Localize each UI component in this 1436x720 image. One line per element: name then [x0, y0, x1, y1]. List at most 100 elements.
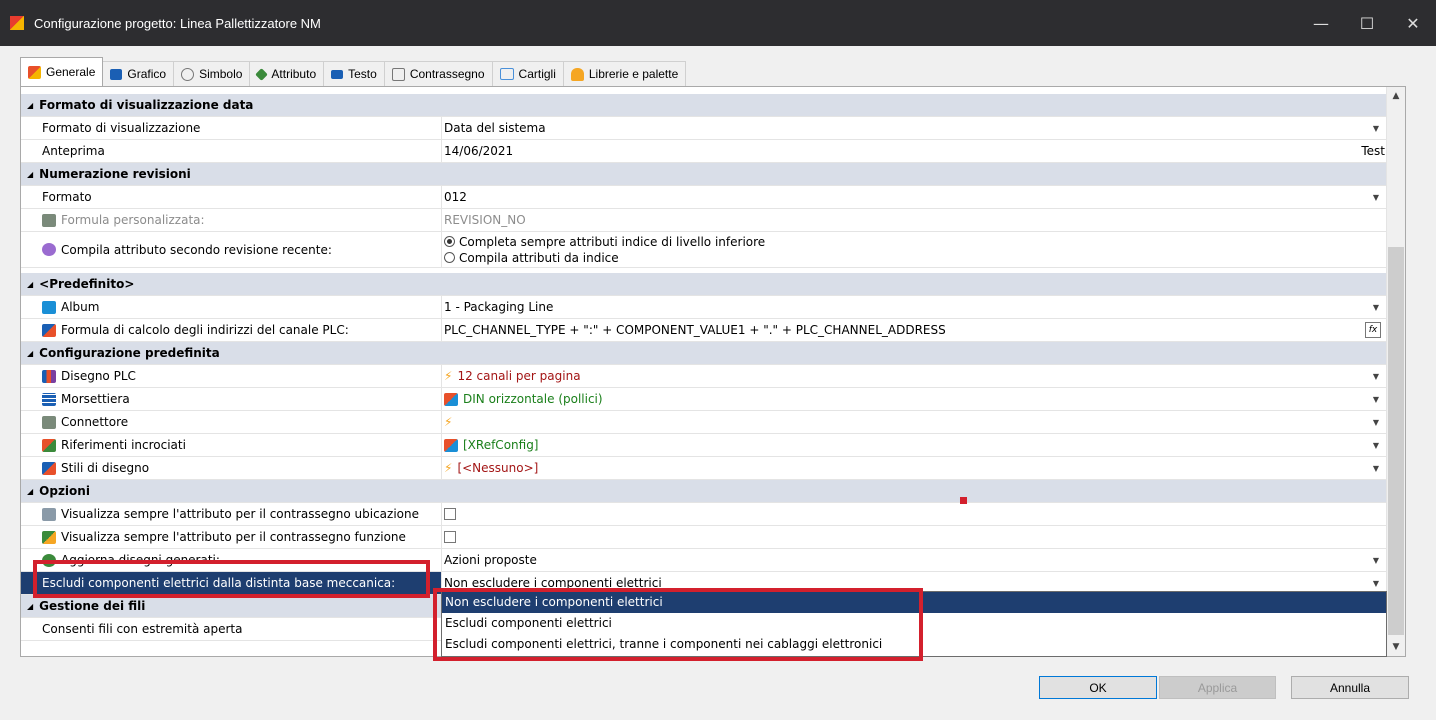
ok-button[interactable]: OK [1039, 676, 1157, 699]
property-row[interactable]: Disegno PLC ⚡ 12 canali per pagina ▼ [21, 365, 1387, 388]
category-label: Opzioni [39, 484, 90, 498]
tab-contrassegno[interactable]: Contrassegno [383, 61, 493, 86]
property-row[interactable]: Album 1 - Packaging Line ▼ [21, 296, 1387, 319]
vertical-scrollbar[interactable]: ▲ ▼ [1386, 87, 1405, 656]
checkbox[interactable] [444, 508, 456, 520]
property-row[interactable]: Formato di visualizzazione Data del sist… [21, 117, 1387, 140]
tab-grafico[interactable]: Grafico [102, 61, 175, 86]
property-row[interactable]: Visualizza sempre l'attributo per il con… [21, 503, 1387, 526]
chevron-down-icon[interactable]: ▼ [1373, 464, 1379, 473]
property-row[interactable]: Compila attributo secondo revisione rece… [21, 232, 1387, 268]
property-value[interactable]: [XRefConfig] [463, 438, 539, 452]
tab-label: Contrassegno [409, 67, 485, 81]
collapse-icon[interactable]: ◢ [27, 349, 33, 358]
property-value[interactable]: Azioni proposte [444, 553, 537, 567]
property-value[interactable]: 12 canali per pagina [457, 369, 580, 383]
category-opzioni[interactable]: ◢ Opzioni [21, 480, 1387, 503]
property-value[interactable]: [<Nessuno>] [457, 461, 538, 475]
property-row[interactable]: Morsettiera DIN orizzontale (pollici) ▼ [21, 388, 1387, 411]
chevron-down-icon[interactable]: ▼ [1373, 579, 1379, 588]
tab-label: Generale [46, 65, 96, 79]
plc-drawing-icon [42, 369, 56, 383]
scroll-down-icon[interactable]: ▼ [1387, 642, 1405, 652]
collapse-icon[interactable]: ◢ [27, 487, 33, 496]
property-value: 14/06/2021 [444, 144, 514, 158]
generale-icon [28, 65, 41, 79]
cross-reference-icon [42, 438, 56, 452]
radio-option-compila[interactable]: Compila attributi da indice [444, 250, 619, 266]
tab-testo[interactable]: Testo [323, 61, 385, 86]
property-label: Visualizza sempre l'attributo per il con… [61, 507, 419, 521]
chevron-down-icon[interactable]: ▼ [1373, 124, 1379, 133]
property-row[interactable]: Anteprima 14/06/2021 Test [21, 140, 1387, 163]
radio-button[interactable] [444, 252, 455, 263]
property-row[interactable]: Formula di calcolo degli indirizzi del c… [21, 319, 1387, 342]
chevron-down-icon[interactable]: ▼ [1373, 303, 1379, 312]
property-row[interactable]: Formula personalizzata: REVISION_NO [21, 209, 1387, 232]
config-bolt-icon: ⚡ [444, 415, 453, 429]
tab-librerie[interactable]: Librerie e palette [562, 61, 687, 86]
maximize-button[interactable]: ☐ [1344, 0, 1390, 46]
tab-cartigli[interactable]: Cartigli [491, 61, 564, 86]
drawing-styles-icon [42, 461, 56, 475]
red-marker [960, 497, 967, 504]
property-label: Formula di calcolo degli indirizzi del c… [61, 323, 349, 337]
category-numerazione[interactable]: ◢ Numerazione revisioni [21, 163, 1387, 186]
close-button[interactable]: ✕ [1390, 0, 1436, 46]
tab-label: Cartigli [518, 67, 556, 81]
property-value[interactable]: PLC_CHANNEL_TYPE + ":" + COMPONENT_VALUE… [444, 323, 946, 337]
collapse-icon[interactable]: ◢ [27, 280, 33, 289]
tab-generale[interactable]: Generale [20, 57, 104, 86]
radio-option-completa[interactable]: Completa sempre attributi indice di live… [444, 234, 765, 250]
config-icon [444, 392, 458, 406]
chevron-down-icon[interactable]: ▼ [1373, 441, 1379, 450]
config-bolt-icon: ⚡ [444, 369, 453, 383]
property-value[interactable]: Data del sistema [444, 121, 546, 135]
chevron-down-icon[interactable]: ▼ [1373, 556, 1379, 565]
formula-editor-button[interactable]: fx [1365, 322, 1381, 338]
apply-button[interactable]: Applica [1159, 676, 1276, 699]
tab-label: Grafico [127, 67, 167, 81]
tab-attributo[interactable]: Attributo [249, 61, 325, 86]
connector-icon [42, 415, 56, 429]
checkbox[interactable] [444, 531, 456, 543]
tab-label: Testo [348, 67, 377, 81]
highlight-box-dropdown [433, 588, 923, 661]
attributo-icon [255, 67, 269, 81]
property-label: Formula personalizzata: [61, 213, 205, 227]
scroll-up-icon[interactable]: ▲ [1387, 91, 1405, 101]
collapse-icon[interactable]: ◢ [27, 602, 33, 611]
property-row[interactable]: Riferimenti incrociati [XRefConfig] ▼ [21, 434, 1387, 457]
scrollbar-thumb[interactable] [1388, 247, 1404, 635]
minimize-button[interactable]: — [1298, 0, 1344, 46]
property-value[interactable]: 1 - Packaging Line [444, 300, 553, 314]
category-config-predefinita[interactable]: ◢ Configurazione predefinita [21, 342, 1387, 365]
property-row[interactable]: Formato 012 ▼ [21, 186, 1387, 209]
chevron-down-icon[interactable]: ▼ [1373, 193, 1379, 202]
chevron-down-icon[interactable]: ▼ [1373, 372, 1379, 381]
config-bolt-icon: ⚡ [444, 461, 453, 475]
property-row[interactable]: Stili di disegno ⚡ [<Nessuno>] ▼ [21, 457, 1387, 480]
tab-label: Attributo [271, 67, 317, 81]
revision-icon [42, 243, 56, 256]
testo-icon [331, 69, 344, 79]
location-mark-icon [42, 507, 56, 521]
radio-button[interactable] [444, 236, 455, 247]
property-value[interactable]: DIN orizzontale (pollici) [463, 392, 603, 406]
category-formato-data[interactable]: ◢ Formato di visualizzazione data [21, 94, 1387, 117]
tab-strip: Generale Grafico Simbolo Attributo Testo… [20, 57, 687, 86]
property-row[interactable]: Connettore ⚡ ▼ [21, 411, 1387, 434]
config-icon [444, 438, 458, 452]
category-label: Numerazione revisioni [39, 167, 191, 181]
collapse-icon[interactable]: ◢ [27, 101, 33, 110]
chevron-down-icon[interactable]: ▼ [1373, 418, 1379, 427]
property-value[interactable]: 012 [444, 190, 467, 204]
property-row[interactable]: Visualizza sempre l'attributo per il con… [21, 526, 1387, 549]
property-label: Riferimenti incrociati [61, 438, 186, 452]
cancel-button[interactable]: Annulla [1291, 676, 1409, 699]
chevron-down-icon[interactable]: ▼ [1373, 395, 1379, 404]
tab-simbolo[interactable]: Simbolo [173, 61, 251, 86]
collapse-icon[interactable]: ◢ [27, 170, 33, 179]
category-predefinito[interactable]: ◢ <Predefinito> [21, 273, 1387, 296]
property-label: Album [61, 300, 100, 314]
